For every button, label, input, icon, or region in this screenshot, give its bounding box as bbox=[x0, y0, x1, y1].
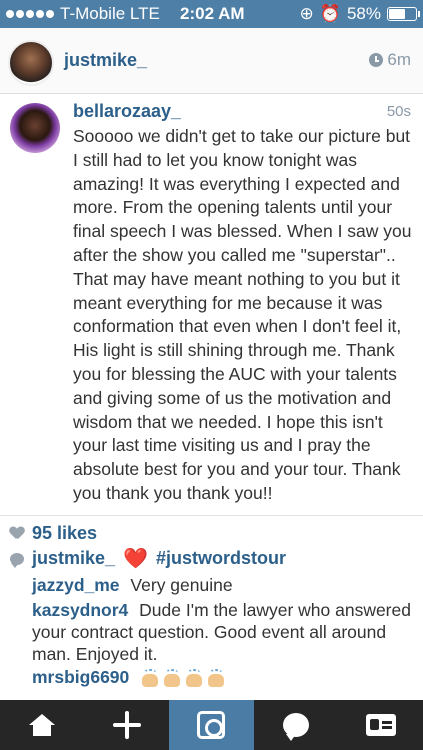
comment-username[interactable]: jazzyd_me bbox=[32, 575, 120, 595]
tab-bar bbox=[0, 700, 423, 750]
featured-comment: bellarozaay_ 50s Sooooo we didn't get to… bbox=[0, 95, 423, 515]
list-item: jazzyd_me Very genuine bbox=[32, 574, 412, 596]
caption-username[interactable]: justmike_ bbox=[32, 548, 115, 569]
likes-count[interactable]: 95 likes bbox=[32, 523, 97, 544]
battery-percent: 58% bbox=[346, 4, 381, 23]
list-item: kazsydnor4 Dude I'm the lawyer who answe… bbox=[32, 599, 412, 665]
alarm-icon: ⏰ bbox=[319, 4, 341, 23]
home-icon bbox=[29, 714, 56, 736]
explore-icon bbox=[112, 711, 141, 739]
avatar[interactable] bbox=[8, 40, 54, 86]
comment-text: Very genuine bbox=[130, 575, 233, 595]
comment-body: Sooooo we didn't get to take our picture… bbox=[73, 126, 412, 503]
heart-icon bbox=[10, 527, 24, 540]
post-timestamp: 6m bbox=[369, 50, 411, 70]
post-header: justmike_ 6m bbox=[0, 28, 423, 94]
raised-hands-emoji-icon bbox=[140, 669, 226, 688]
clock-icon bbox=[369, 53, 384, 67]
lock-rotation-icon: ⊕ bbox=[299, 4, 314, 23]
caption-row: justmike_ ❤️ #justwordstour bbox=[10, 546, 286, 571]
clock-time: 2:02 AM bbox=[180, 4, 245, 23]
red-heart-emoji: ❤️ bbox=[123, 548, 148, 570]
divider bbox=[0, 515, 423, 516]
carrier-name: T-Mobile bbox=[60, 4, 126, 23]
battery-icon bbox=[387, 7, 420, 21]
comment-bubble-icon bbox=[10, 552, 24, 568]
tab-profile[interactable] bbox=[338, 700, 423, 750]
comment-timestamp: 50s bbox=[386, 103, 411, 120]
activity-icon bbox=[283, 713, 310, 741]
comment-username[interactable]: kazsydnor4 bbox=[32, 600, 128, 620]
likes-row[interactable]: 95 likes bbox=[10, 523, 97, 544]
network-type: LTE bbox=[129, 4, 160, 23]
tab-camera[interactable] bbox=[169, 700, 254, 750]
tab-activity[interactable] bbox=[254, 700, 339, 750]
profile-icon bbox=[365, 714, 396, 736]
commenter-username[interactable]: bellarozaay_ bbox=[73, 101, 181, 122]
tab-home[interactable] bbox=[0, 700, 85, 750]
comment-username[interactable]: mrsbig6690 bbox=[32, 667, 129, 687]
post-author-username[interactable]: justmike_ bbox=[64, 50, 147, 71]
hashtag-link[interactable]: #justwordstour bbox=[156, 548, 286, 569]
camera-icon bbox=[197, 711, 226, 739]
signal-strength-icon bbox=[6, 10, 54, 18]
status-right: ⊕ ⏰ 58% bbox=[299, 4, 420, 24]
tab-explore[interactable] bbox=[85, 700, 170, 750]
post-time-text: 6m bbox=[387, 50, 411, 69]
list-item: mrsbig6690 bbox=[32, 666, 412, 688]
commenter-avatar[interactable] bbox=[10, 103, 60, 153]
carrier-info: T-Mobile LTE bbox=[6, 4, 160, 24]
status-bar: T-Mobile LTE 2:02 AM ⊕ ⏰ 58% bbox=[0, 0, 423, 28]
